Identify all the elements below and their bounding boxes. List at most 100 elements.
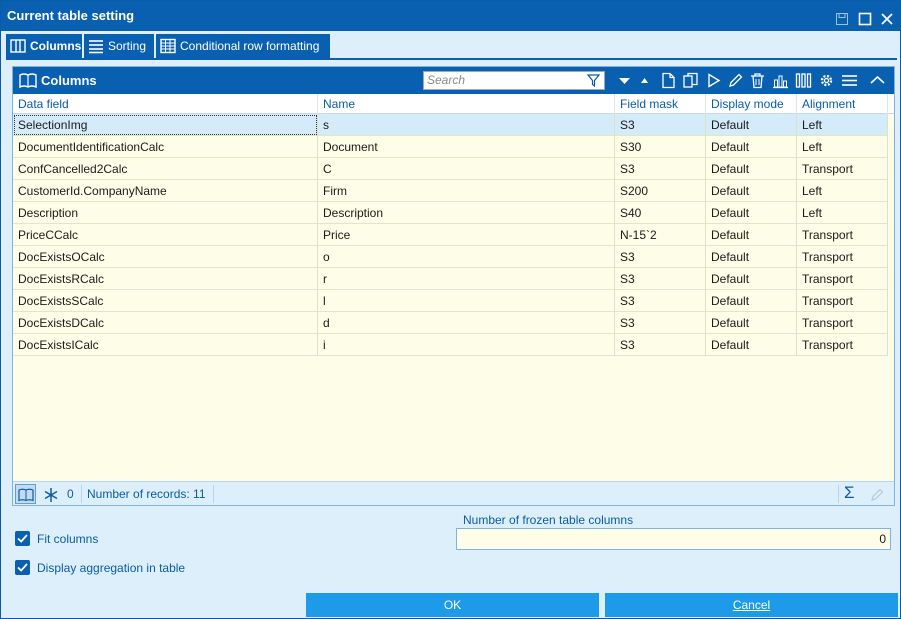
cell-alignment[interactable]: Transport [797,158,888,180]
fit-columns-label[interactable]: Fit columns [37,532,98,546]
new-document-icon[interactable] [660,72,677,89]
table-row[interactable]: DocExistsSCalc l S3 Default Transport [13,290,888,312]
column-header-display-mode[interactable]: Display mode [706,94,797,114]
ok-button[interactable]: OK [306,593,599,617]
cell-field-mask[interactable]: S3 [615,114,706,136]
cell-name[interactable]: r [318,268,615,290]
table-row[interactable]: DocExistsOCalc o S3 Default Transport [13,246,888,268]
cell-display-mode[interactable]: Default [706,290,797,312]
gear-icon[interactable] [818,72,835,89]
column-header-alignment[interactable]: Alignment [797,94,888,114]
cell-field-mask[interactable]: N-15`2 [615,224,706,246]
cell-display-mode[interactable]: Default [706,312,797,334]
cell-alignment[interactable]: Transport [797,224,888,246]
tab-sorting[interactable]: Sorting [84,34,154,58]
table-row[interactable]: SelectionImg s S3 Default Left [13,114,888,136]
tab-columns[interactable]: Columns [6,34,82,58]
fit-columns-checkbox[interactable] [15,531,30,546]
cell-name[interactable]: C [318,158,615,180]
close-icon[interactable] [880,7,896,25]
table-row[interactable]: PriceCCalc Price N-15`2 Default Transport [13,224,888,246]
columns-setting-icon[interactable] [795,72,812,89]
cell-alignment[interactable]: Left [797,180,888,202]
cell-data-field[interactable]: DocumentIdentificationCalc [13,136,318,158]
frozen-columns-input[interactable]: 0 [456,528,891,550]
cell-display-mode[interactable]: Default [706,136,797,158]
cell-alignment[interactable]: Transport [797,268,888,290]
cell-display-mode[interactable]: Default [706,180,797,202]
table-row[interactable]: CustomerId.CompanyName Firm S200 Default Lef… [13,180,888,202]
cell-data-field[interactable]: DocExistsDCalc [13,312,318,334]
play-icon[interactable] [705,72,722,89]
cell-field-mask[interactable]: S3 [615,268,706,290]
cell-display-mode[interactable]: Default [706,268,797,290]
cell-data-field[interactable]: SelectionImg [13,114,318,136]
column-header-name[interactable]: Name [318,94,615,114]
search-input[interactable]: Search [423,71,605,90]
cell-alignment[interactable]: Transport [797,246,888,268]
cell-name[interactable]: d [318,312,615,334]
cell-field-mask[interactable]: S30 [615,136,706,158]
cell-name[interactable]: Firm [318,180,615,202]
table-row[interactable]: ConfCancelled2Calc C S3 Default Transport [13,158,888,180]
cell-field-mask[interactable]: S200 [615,180,706,202]
display-aggregation-label[interactable]: Display aggregation in table [37,561,185,575]
cell-field-mask[interactable]: S3 [615,334,706,356]
cell-alignment[interactable]: Transport [797,290,888,312]
cell-data-field[interactable]: ConfCancelled2Calc [13,158,318,180]
cell-alignment[interactable]: Left [797,114,888,136]
cell-data-field[interactable]: DocExistsOCalc [13,246,318,268]
move-down-icon[interactable] [616,72,633,89]
cell-name[interactable]: o [318,246,615,268]
collapse-icon[interactable] [869,72,886,89]
cell-data-field[interactable]: PriceCCalc [13,224,318,246]
cell-data-field[interactable]: DocExistsICalc [13,334,318,356]
cell-field-mask[interactable]: S40 [615,202,706,224]
cell-display-mode[interactable]: Default [706,334,797,356]
cell-alignment[interactable]: Left [797,202,888,224]
cancel-button[interactable]: Cancel [605,593,898,617]
cell-name[interactable]: Description [318,202,615,224]
sum-icon[interactable]: Σ [844,483,855,503]
display-aggregation-checkbox[interactable] [15,560,30,575]
table-row[interactable]: Description Description S40 Default Left [13,202,888,224]
cell-alignment[interactable]: Left [797,136,888,158]
tab-conditional-row-formatting[interactable]: Conditional row formatting [156,34,330,58]
filter-icon[interactable] [587,74,600,87]
cell-display-mode[interactable]: Default [706,158,797,180]
cell-field-mask[interactable]: S3 [615,158,706,180]
cell-data-field[interactable]: DocExistsSCalc [13,290,318,312]
menu-icon[interactable] [841,72,858,89]
maximize-icon[interactable] [858,7,874,26]
cell-field-mask[interactable]: S3 [615,290,706,312]
table-row[interactable]: DocExistsDCalc d S3 Default Transport [13,312,888,334]
column-header-field-mask[interactable]: Field mask [615,94,706,114]
edit-icon[interactable] [727,72,744,89]
copy-icon[interactable] [682,72,699,89]
cell-data-field[interactable]: DocExistsRCalc [13,268,318,290]
book-toggle-button[interactable] [15,484,36,504]
chart-icon[interactable] [772,72,789,89]
cell-display-mode[interactable]: Default [706,114,797,136]
cell-field-mask[interactable]: S3 [615,312,706,334]
cell-name[interactable]: s [318,114,615,136]
delete-icon[interactable] [749,72,766,89]
snowflake-icon[interactable] [43,487,59,503]
table-row[interactable]: DocExistsICalc i S3 Default Transport [13,334,888,356]
cell-name[interactable]: Document [318,136,615,158]
cell-name[interactable]: l [318,290,615,312]
table-row[interactable]: DocExistsRCalc r S3 Default Transport [13,268,888,290]
cell-display-mode[interactable]: Default [706,224,797,246]
cell-data-field[interactable]: Description [13,202,318,224]
cell-display-mode[interactable]: Default [706,246,797,268]
move-up-icon[interactable] [636,72,653,89]
cell-display-mode[interactable]: Default [706,202,797,224]
cell-data-field[interactable]: CustomerId.CompanyName [13,180,318,202]
restore-icon[interactable] [835,7,851,25]
cell-alignment[interactable]: Transport [797,334,888,356]
cell-alignment[interactable]: Transport [797,312,888,334]
table-row[interactable]: DocumentIdentificationCalc Document S30 Def… [13,136,888,158]
column-header-data-field[interactable]: Data field [13,94,318,114]
cell-name[interactable]: Price [318,224,615,246]
cell-field-mask[interactable]: S3 [615,246,706,268]
